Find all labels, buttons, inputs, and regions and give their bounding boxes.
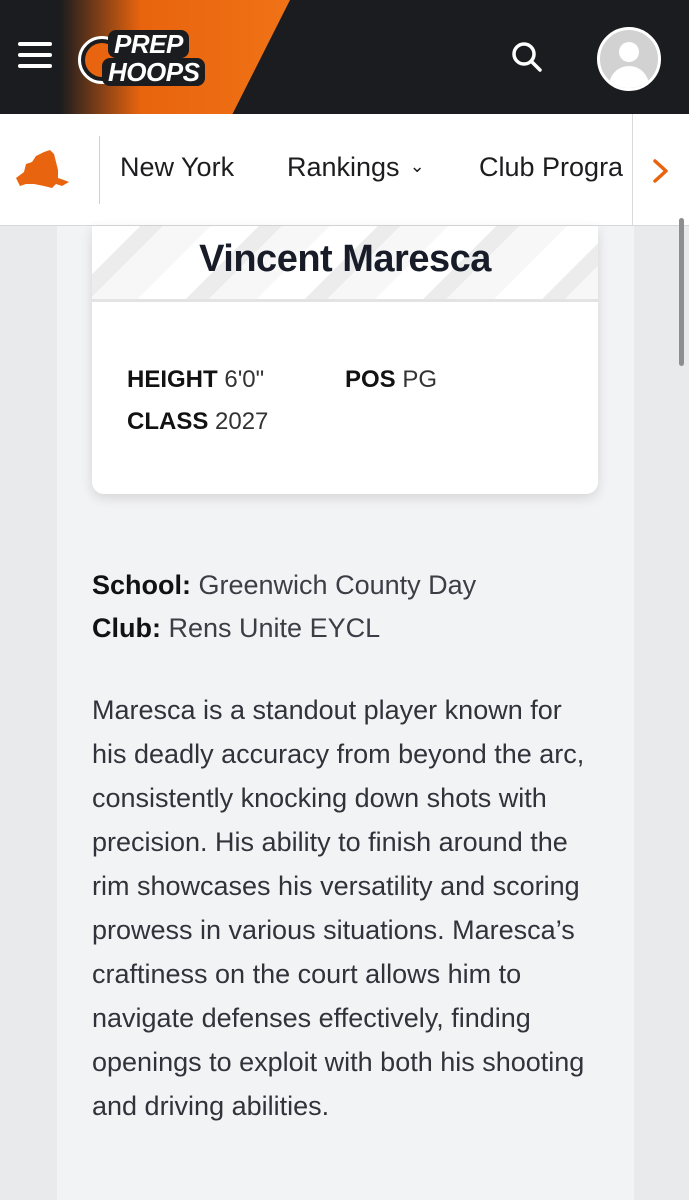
nav-item-rankings[interactable]: Rankings ⌄ bbox=[287, 152, 425, 183]
stat-value: PG bbox=[402, 366, 438, 393]
stat-class: CLASS 2027 bbox=[127, 408, 268, 436]
section-nav: New York Rankings ⌄ Club Progra bbox=[0, 114, 689, 226]
page-scrollbar[interactable] bbox=[679, 218, 684, 366]
top-header: PREP HOOPS bbox=[0, 0, 689, 114]
logo-text-hoops: HOOPS bbox=[102, 58, 206, 86]
nav-item-club-programs[interactable]: Club Progra bbox=[479, 152, 623, 183]
nav-item-label: Rankings bbox=[287, 152, 400, 182]
player-bio: Maresca is a standout player known for h… bbox=[92, 695, 585, 1121]
nav-divider bbox=[99, 136, 100, 204]
club-value: Rens Unite EYCL bbox=[168, 613, 381, 643]
nav-item-label: New York bbox=[120, 152, 235, 182]
stat-position: POS PG bbox=[345, 366, 437, 394]
club-label: Club: bbox=[92, 613, 161, 643]
chevron-down-icon: ⌄ bbox=[409, 156, 425, 176]
stat-height: HEIGHT 6'0" bbox=[127, 366, 264, 394]
stat-label: CLASS bbox=[127, 408, 209, 435]
nav-item-label: Club Progra bbox=[479, 152, 624, 182]
menu-icon[interactable] bbox=[18, 42, 52, 72]
nav-scroll-right-button[interactable] bbox=[632, 114, 689, 225]
player-name: Vincent Maresca bbox=[199, 238, 491, 280]
prep-hoops-logo[interactable]: PREP HOOPS bbox=[78, 28, 218, 86]
search-icon[interactable] bbox=[510, 40, 544, 74]
stat-value: 6'0" bbox=[224, 366, 265, 393]
player-card: Vincent Maresca HEIGHT 6'0" POS PG CLASS… bbox=[92, 226, 598, 494]
stat-label: POS bbox=[345, 366, 396, 393]
school-value: Greenwich County Day bbox=[198, 570, 477, 600]
stat-label: HEIGHT bbox=[127, 366, 218, 393]
player-name-band: Vincent Maresca bbox=[92, 226, 598, 302]
club-info: Club: Rens Unite EYCL bbox=[92, 613, 380, 644]
chevron-right-icon bbox=[653, 159, 668, 183]
school-label: School: bbox=[92, 570, 191, 600]
user-avatar-icon[interactable] bbox=[597, 27, 661, 91]
school-info: School: Greenwich County Day bbox=[92, 570, 476, 601]
stat-value: 2027 bbox=[215, 408, 269, 435]
new-york-state-icon[interactable] bbox=[14, 148, 70, 192]
logo-text-prep: PREP bbox=[108, 30, 189, 58]
nav-item-new-york[interactable]: New York bbox=[120, 152, 234, 183]
